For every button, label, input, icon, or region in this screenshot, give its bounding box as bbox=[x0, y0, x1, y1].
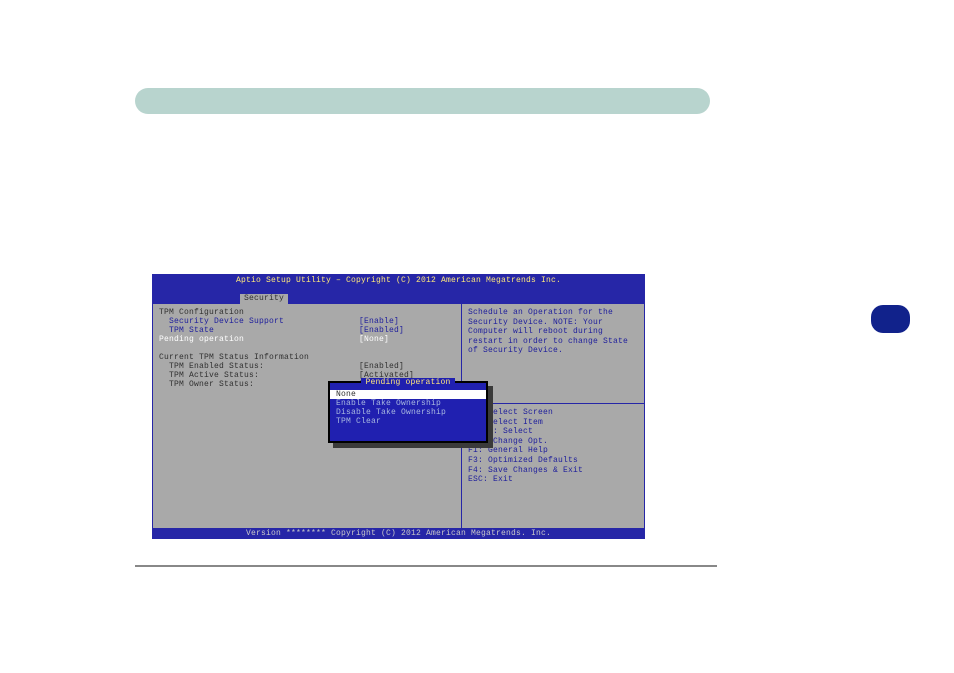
popup-items: None Enable Take Ownership Disable Take … bbox=[330, 390, 486, 426]
popup-title: Pending operation bbox=[361, 378, 454, 387]
bios-footer: Version ******** Copyright (C) 2012 Amer… bbox=[152, 529, 645, 539]
pending-operation-popup: Pending operation None Enable Take Owner… bbox=[328, 381, 488, 443]
bios-title-bar: Aptio Setup Utility – Copyright (C) 2012… bbox=[152, 274, 645, 294]
divider-bar bbox=[135, 565, 717, 567]
help-key-line: F3: Optimized Defaults bbox=[468, 456, 638, 466]
page-badge bbox=[871, 305, 910, 333]
section-title: TPM Configuration bbox=[159, 308, 455, 317]
section-title-status: Current TPM Status Information bbox=[159, 353, 455, 362]
popup-option-tpm-clear[interactable]: TPM Clear bbox=[330, 417, 486, 426]
popup-option-none[interactable]: None bbox=[330, 390, 486, 399]
spacer bbox=[159, 344, 455, 353]
tab-security[interactable]: Security bbox=[240, 294, 288, 304]
help-key-line: →←: Select Screen bbox=[468, 408, 638, 418]
help-key-line: ↑↓: Select Item bbox=[468, 418, 638, 428]
bios-tab-row: Security bbox=[152, 294, 645, 304]
status-tpm-enabled: TPM Enabled Status:[Enabled] bbox=[159, 362, 455, 371]
bios-title: Aptio Setup Utility – Copyright (C) 2012… bbox=[236, 276, 561, 285]
help-key-line: F1: General Help bbox=[468, 446, 638, 456]
bios-body: TPM Configuration Security Device Suppor… bbox=[152, 304, 645, 529]
popup-title-wrap: Pending operation bbox=[330, 378, 486, 388]
setting-tpm-state[interactable]: TPM State[Enabled] bbox=[159, 326, 455, 335]
setting-pending-operation[interactable]: Pending operation[None] bbox=[159, 335, 455, 344]
banner-pill bbox=[135, 88, 710, 114]
help-key-line: Enter: Select bbox=[468, 427, 638, 437]
setting-security-device-support[interactable]: Security Device Support[Enable] bbox=[159, 317, 455, 326]
help-key-line: F4: Save Changes & Exit bbox=[468, 466, 638, 476]
popup-option-enable-take-ownership[interactable]: Enable Take Ownership bbox=[330, 399, 486, 408]
bios-left-pane: TPM Configuration Security Device Suppor… bbox=[152, 304, 462, 529]
help-key-line: ESC: Exit bbox=[468, 475, 638, 485]
popup-option-disable-take-ownership[interactable]: Disable Take Ownership bbox=[330, 408, 486, 417]
bios-window: Aptio Setup Utility – Copyright (C) 2012… bbox=[152, 274, 645, 539]
help-key-line: +/-: Change Opt. bbox=[468, 437, 638, 447]
